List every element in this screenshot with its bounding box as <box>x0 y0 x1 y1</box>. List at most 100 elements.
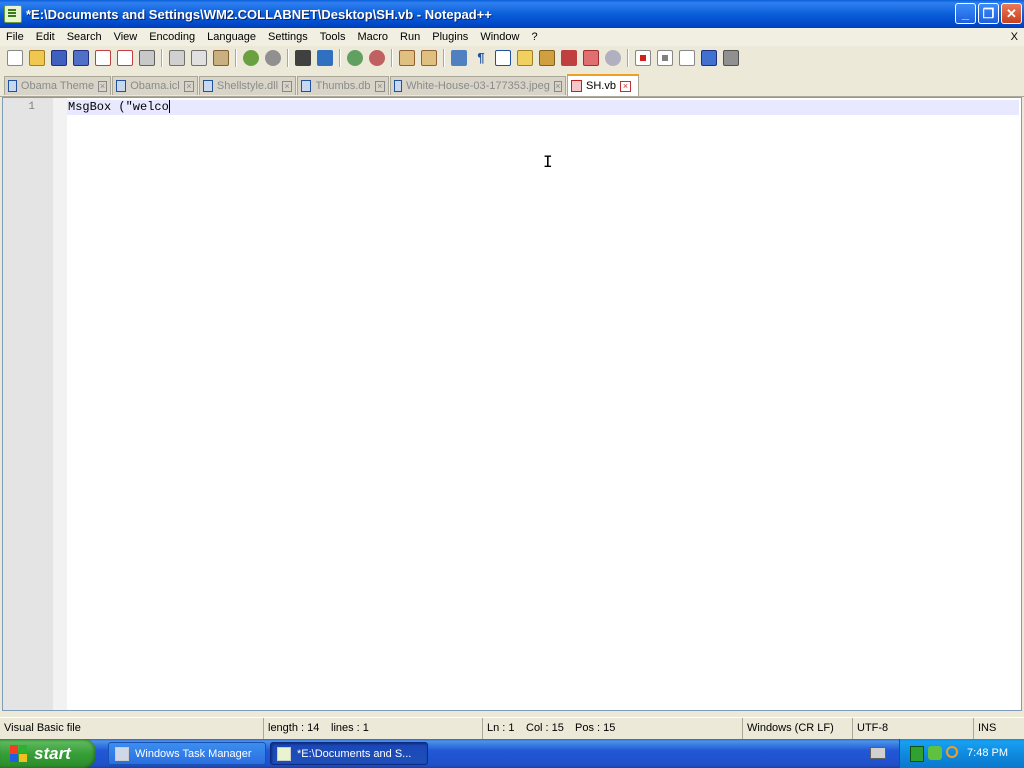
tab-label: White-House-03-177353.jpeg <box>406 80 550 92</box>
code-text: MsgBox ("welco <box>68 100 169 114</box>
zoom-out-icon[interactable] <box>369 50 385 66</box>
show-all-chars-icon[interactable]: ¶ <box>473 50 489 66</box>
menu-window[interactable]: Window <box>474 28 525 46</box>
close-all-icon[interactable] <box>117 50 133 66</box>
tab-close-icon[interactable]: × <box>282 80 292 92</box>
tab-white-house-jpeg[interactable]: White-House-03-177353.jpeg × <box>390 76 566 95</box>
code-line[interactable]: MsgBox ("welco <box>68 100 170 115</box>
copy-icon[interactable] <box>191 50 207 66</box>
folder-workspace-icon[interactable] <box>583 50 599 66</box>
search-tray-icon[interactable] <box>946 746 958 758</box>
tray-app-icon[interactable] <box>910 746 924 762</box>
status-pos: Pos : 15 <box>575 722 616 734</box>
record-macro-icon[interactable] <box>635 50 651 66</box>
tab-label: Obama Theme <box>20 80 95 92</box>
code-editor[interactable]: 1 MsgBox ("welco I <box>2 97 1022 711</box>
paste-icon[interactable] <box>213 50 229 66</box>
menu-help[interactable]: ? <box>525 28 543 46</box>
replace-icon[interactable] <box>317 50 333 66</box>
minimize-button[interactable]: _ <box>955 3 976 24</box>
tab-close-icon[interactable]: × <box>553 80 562 92</box>
sync-horizontal-icon[interactable] <box>421 50 437 66</box>
status-length: length : 14 <box>263 718 325 739</box>
doc-map-icon[interactable] <box>539 50 555 66</box>
task-notepad-plus-plus[interactable]: *E:\Documents and S... <box>270 742 428 765</box>
task-windows-task-manager[interactable]: Windows Task Manager <box>108 742 266 765</box>
tab-close-icon[interactable]: × <box>619 80 631 92</box>
indent-guide-icon[interactable] <box>495 50 511 66</box>
tab-obama-icl[interactable]: Obama.icl × <box>112 76 198 95</box>
monitor-icon[interactable] <box>605 50 621 66</box>
file-icon <box>394 80 403 92</box>
word-wrap-icon[interactable] <box>451 50 467 66</box>
windows-logo-icon <box>10 744 28 763</box>
toolbar-separator <box>443 49 445 67</box>
save-icon[interactable] <box>51 50 67 66</box>
close-icon[interactable] <box>95 50 111 66</box>
save-all-icon[interactable] <box>73 50 89 66</box>
stop-record-icon[interactable] <box>657 50 673 66</box>
close-button[interactable]: ✕ <box>1001 3 1022 24</box>
tab-close-icon[interactable]: × <box>98 80 107 92</box>
toolbar: ¶ <box>0 46 1024 70</box>
menu-macro[interactable]: Macro <box>351 28 394 46</box>
run-multiple-icon[interactable] <box>701 50 717 66</box>
find-icon[interactable] <box>295 50 311 66</box>
status-lines: lines : 1 <box>331 722 369 734</box>
network-icon[interactable] <box>928 746 942 760</box>
tab-close-icon[interactable]: × <box>374 80 385 92</box>
status-bar: Visual Basic file length : 14 lines : 1 … <box>0 717 1024 740</box>
fold-margin[interactable] <box>53 98 67 710</box>
tab-label: SH.vb <box>586 80 616 92</box>
tab-close-icon[interactable]: × <box>183 80 194 92</box>
keyboard-icon[interactable] <box>870 747 886 759</box>
file-icon <box>301 80 312 92</box>
toolbar-separator <box>627 49 629 67</box>
menu-file[interactable]: File <box>0 28 30 46</box>
play-macro-icon[interactable] <box>679 50 695 66</box>
user-defined-lang-icon[interactable] <box>517 50 533 66</box>
new-file-icon[interactable] <box>7 50 23 66</box>
status-col: Col : 15 <box>526 722 564 734</box>
line-number-gutter <box>3 98 53 710</box>
status-insert-mode: INS <box>973 718 1024 739</box>
function-list-icon[interactable] <box>561 50 577 66</box>
sync-vertical-icon[interactable] <box>399 50 415 66</box>
menu-search[interactable]: Search <box>61 28 108 46</box>
redo-icon[interactable] <box>265 50 281 66</box>
ibeam-cursor-icon: I <box>543 152 553 171</box>
open-file-icon[interactable] <box>29 50 45 66</box>
zoom-in-icon[interactable] <box>347 50 363 66</box>
status-language: Visual Basic file <box>4 722 81 734</box>
cut-icon[interactable] <box>169 50 185 66</box>
start-button[interactable]: start <box>0 739 96 768</box>
menu-run[interactable]: Run <box>394 28 426 46</box>
clock[interactable]: 7:48 PM <box>967 739 1008 768</box>
notepad-plus-plus-icon[interactable] <box>4 5 22 23</box>
print-icon[interactable] <box>139 50 155 66</box>
task-manager-icon <box>115 746 129 761</box>
system-tray: 7:48 PM <box>899 739 1024 768</box>
menu-language[interactable]: Language <box>201 28 262 46</box>
restore-button[interactable]: ❐ <box>978 3 999 24</box>
save-macro-icon[interactable] <box>723 50 739 66</box>
file-icon <box>116 80 127 92</box>
tab-obama-theme[interactable]: Obama Theme × <box>4 76 111 95</box>
menu-plugins[interactable]: Plugins <box>426 28 474 46</box>
toolbar-separator <box>391 49 393 67</box>
menu-edit[interactable]: Edit <box>30 28 61 46</box>
window-title: *E:\Documents and Settings\WM2.COLLABNET… <box>26 6 492 22</box>
toolbar-separator <box>287 49 289 67</box>
menu-view[interactable]: View <box>108 28 144 46</box>
notepad-plus-plus-icon <box>277 746 291 761</box>
menu-encoding[interactable]: Encoding <box>143 28 201 46</box>
title-bar[interactable]: *E:\Documents and Settings\WM2.COLLABNET… <box>0 0 1024 28</box>
menu-tools[interactable]: Tools <box>314 28 352 46</box>
tab-sh-vb[interactable]: SH.vb × <box>567 74 639 96</box>
tab-shellstyle-dll[interactable]: Shellstyle.dll × <box>199 76 296 95</box>
undo-icon[interactable] <box>243 50 259 66</box>
tab-label: Shellstyle.dll <box>216 80 279 92</box>
tab-thumbs-db[interactable]: Thumbs.db × <box>297 76 389 95</box>
close-document-button[interactable]: X <box>1011 28 1018 46</box>
menu-settings[interactable]: Settings <box>262 28 314 46</box>
